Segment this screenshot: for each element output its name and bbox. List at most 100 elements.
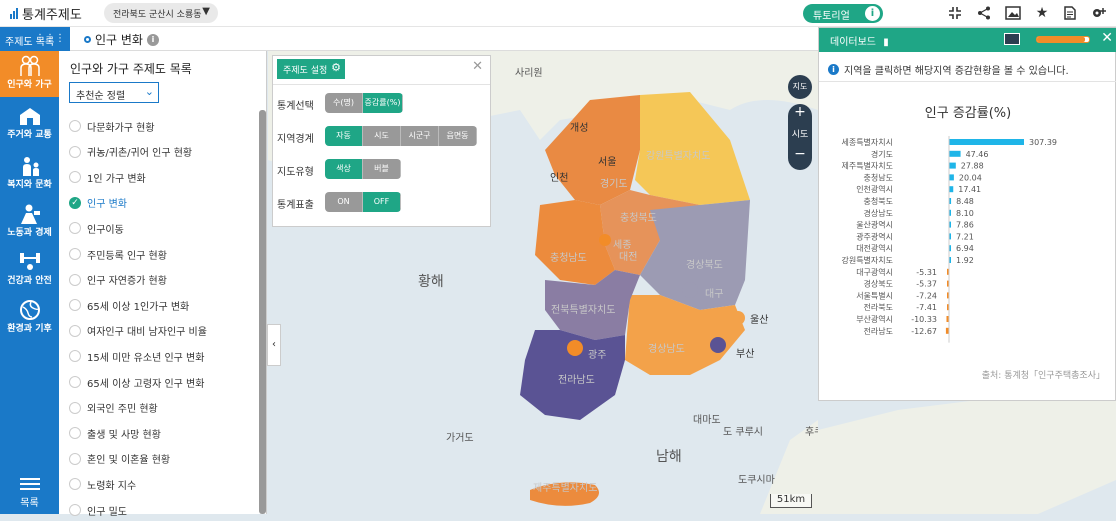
list-scrollbar[interactable] [259,110,266,514]
segment-option[interactable]: 시군구 [401,126,439,146]
topic-list-item-label: 인구 변화 [87,199,127,211]
segment-option[interactable]: 시도 [363,126,401,146]
region-busan[interactable] [710,337,726,353]
topic-list-title: 인구와 가구 주제도 목록 [70,62,192,76]
topic-info-icon[interactable]: i [146,33,159,46]
topic-list-item[interactable]: 노령화 지수 [69,473,136,495]
tutorial-button[interactable]: 튜토리얼 i [803,4,883,23]
theme-row-label: 지도유형 [277,167,314,178]
map-label: 남해 [656,449,682,465]
bar-chart: 세종특별자치시 307.39 경기도 47.46 제주특별자치도 27.88 충청남도 20.… [841,136,1057,343]
bar[interactable] [949,150,961,157]
scale-bar: 51km [770,494,812,508]
theme-settings-button[interactable]: 주제도 설정 ⚙ [277,59,345,79]
bar[interactable] [949,186,954,193]
menu-button[interactable]: 목록 [0,464,59,514]
map-label: 대전 [619,252,638,263]
category-label: 강원특별자치도 [841,255,893,265]
region-sejong[interactable] [599,234,611,246]
category-label: 충청남도 [864,173,893,182]
topic-list-item[interactable]: ✓ 인구 변화 [69,192,127,214]
sidebar-item-population[interactable]: 인구와 가구 [0,51,59,97]
region-select[interactable]: 전라북도 군산시 소룡동 ▼ [104,3,218,23]
category-label: 경기도 [871,149,893,159]
sidebar-item-economy[interactable]: 노동과 경제 [0,199,59,245]
topic-list-item[interactable]: 주민등록 인구 현황 [69,243,167,265]
settings-icon[interactable] [1090,4,1108,22]
zoom-in-button[interactable]: + [788,104,812,124]
segment-option[interactable]: 자동 [325,126,363,146]
map-label: 개성 [570,123,589,134]
value-label: 27.88 [961,162,984,171]
category-label: 충청북도 [864,197,893,206]
segment-option[interactable]: OFF [363,192,401,212]
close-icon[interactable]: ✕ [472,59,483,74]
bar[interactable] [949,162,956,169]
map-label: 충청남도 [550,253,587,264]
map-label: 대마도 [693,415,721,426]
topic-list-item-label: 인구 밀도 [87,506,127,518]
sidebar-item-housing[interactable]: 주거와 교통 [0,101,59,147]
topic-list-item[interactable]: 혼인 및 이혼율 현황 [69,448,170,470]
sort-select-value: 추천순 정렬 [76,91,126,102]
radio-icon [69,376,81,388]
sort-select[interactable]: 추천순 정렬 ⌄ [69,82,159,103]
topic-list-item[interactable]: 인구 밀도 [69,499,127,521]
region-ulsan[interactable] [731,311,745,325]
topic-list-item[interactable]: 다문화가구 현황 [69,115,155,137]
star-icon[interactable]: ★ [1033,4,1051,22]
topic-list-item-label: 외국인 주민 현황 [87,404,158,416]
topic-list-item[interactable]: 귀농/귀촌/귀어 인구 현황 [69,141,192,163]
topic-list-item-label: 인구이동 [87,224,124,236]
segmented-control: 자동 시도 시군구 읍면동 [325,126,477,146]
region-gwangju[interactable] [567,340,583,356]
bar[interactable] [949,174,954,181]
map-label: 경기도 [600,179,628,190]
topic-list-item[interactable]: 외국인 주민 현황 [69,397,158,419]
topic-list-item[interactable]: 1인 가구 변화 [69,166,146,188]
image-icon[interactable] [1004,4,1022,22]
topic-list-item-label: 65세 이상 고령자 인구 변화 [87,378,205,390]
map-label: 대구 [705,289,724,300]
segment-option[interactable]: 증감률(%) [363,93,403,113]
topic-list-item[interactable]: 인구이동 [69,217,124,239]
theme-settings-label: 주제도 설정 [283,66,328,76]
topic-list-item[interactable]: 15세 미만 유소년 인구 변화 [69,345,204,367]
chart-source: 출처: 통계청「인구주택총조사」 [981,371,1105,381]
segment-option[interactable]: 색상 [325,159,363,179]
topic-list-item[interactable]: 출생 및 사망 현황 [69,422,161,444]
value-label: 17.41 [958,185,981,194]
shrink-icon[interactable] [946,4,964,22]
category-list-button[interactable]: 주제도 목록 ⋮⋮⋮ [0,27,70,51]
document-icon[interactable] [1061,4,1079,22]
value-label: 307.39 [1029,138,1057,147]
segment-option[interactable]: 수(명) [325,93,363,113]
sidebar-item-label: 건강과 안전 [7,276,52,286]
topic-list-item[interactable]: 여자인구 대비 남자인구 비율 [69,320,207,342]
sidebar-item-environment[interactable]: 환경과 기후 [0,295,59,341]
bar[interactable] [949,139,1024,145]
compass-button[interactable]: 지도 [788,75,812,99]
segment-option[interactable]: 읍면동 [439,126,477,146]
segment-option[interactable]: ON [325,192,363,212]
topic-list-item[interactable]: 65세 이상 고령자 인구 변화 [69,371,204,393]
sidebar-item-welfare[interactable]: 복지와 문화 [0,151,59,197]
share-icon[interactable] [975,4,993,22]
segment-option[interactable]: 버블 [363,159,401,179]
topic-list-item[interactable]: 65세 이상 1인가구 변화 [69,294,189,316]
zoom-out-button[interactable]: − [788,146,812,166]
collapse-panel-button[interactable]: ‹ [267,324,281,366]
sidebar-item-label: 환경과 기후 [7,324,52,334]
radio-icon [69,248,81,260]
value-label: -5.31 [916,268,937,277]
sidebar-item-health[interactable]: 건강과 안전 [0,247,59,293]
app-logo[interactable]: 통계주제도 [10,4,82,23]
region-daegu[interactable] [682,282,698,298]
zoom-control: + 시도 − [788,104,812,170]
topic-list-item[interactable]: 인구 자연증가 현황 [69,269,167,291]
radio-icon [69,120,81,132]
category-label: 전라북도 [864,302,893,312]
map-label: 도 쿠루시 [723,427,763,438]
category-label: 세종특별자치시 [841,137,893,147]
map-label: 광주 [588,350,607,361]
